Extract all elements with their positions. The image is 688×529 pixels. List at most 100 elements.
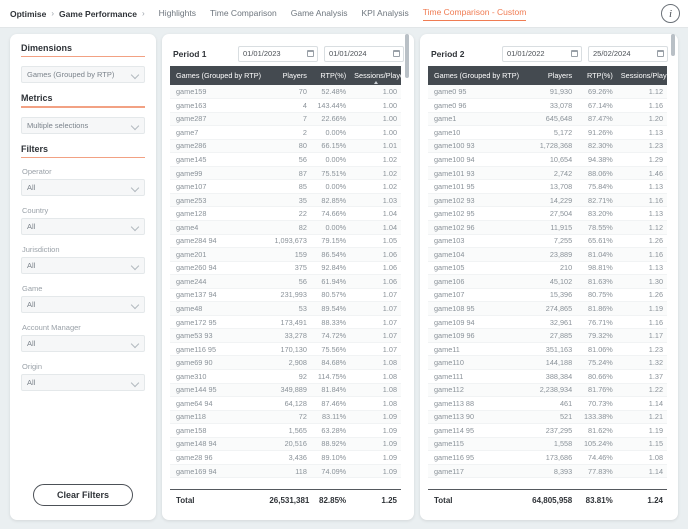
table-row[interactable]: game158 1,565 63.28% 1.09 [170, 423, 401, 438]
table-row[interactable]: game109 94 32,961 76.71% 1.16 [428, 315, 667, 330]
column-header-sessions-player[interactable]: Sessions/Player [616, 66, 667, 85]
table-row[interactable]: game28 96 3,436 89.10% 1.09 [170, 450, 401, 465]
table-row[interactable]: game114 95 237,295 81.62% 1.19 [428, 423, 667, 438]
table-row[interactable]: game253 35 82.85% 1.03 [170, 193, 401, 208]
table-row[interactable]: game159 70 52.48% 1.00 [170, 85, 401, 100]
table-row[interactable]: game64 94 64,128 87.46% 1.08 [170, 396, 401, 411]
table-row[interactable]: game102 96 11,915 78.55% 1.12 [428, 220, 667, 235]
column-header-rtp[interactable]: RTP(%) [576, 66, 617, 85]
metrics-select[interactable]: Multiple selections [21, 116, 145, 134]
cell-value: 1.13 [616, 261, 667, 276]
tab-time-comparison[interactable]: Time Comparison [210, 8, 277, 19]
period-1-table-body: game159 70 52.48% 1.00 game163 4 143.44% 1.00 ga… [170, 85, 401, 479]
table-row[interactable]: game107 15,396 80.75% 1.26 [428, 288, 667, 303]
table-row[interactable]: game284 94 1,093,673 79.15% 1.05 [170, 234, 401, 249]
period-2-table-wrapper[interactable]: Games (Grouped by RTP) Players RTP(%) Sessi… [428, 66, 667, 486]
cell-value: 75.84% [576, 179, 617, 194]
table-row[interactable]: game116 95 170,130 75.56% 1.07 [170, 342, 401, 357]
table-row[interactable]: game172 95 173,491 88.33% 1.07 [170, 315, 401, 330]
table-row[interactable]: game108 95 274,865 81.86% 1.19 [428, 301, 667, 316]
table-row[interactable]: game102 95 27,504 83.20% 1.13 [428, 206, 667, 221]
table-row[interactable]: game128 22 74.66% 1.04 [170, 206, 401, 221]
table-row[interactable]: game148 94 20,516 88.92% 1.09 [170, 437, 401, 452]
period-2-date-to[interactable]: 25/02/2024 [588, 45, 668, 62]
table-row[interactable]: game244 56 61.94% 1.06 [170, 274, 401, 289]
table-row[interactable]: game53 93 33,278 74.72% 1.07 [170, 328, 401, 343]
dimensions-select[interactable]: Games (Grouped by RTP) [21, 66, 145, 84]
chevron-down-icon [131, 121, 139, 129]
table-header-row: Games (Grouped by RTP) Players RTP(%) Sessi… [428, 66, 667, 85]
column-header-games-grouped-by-rtp[interactable]: Games (Grouped by RTP) [428, 66, 531, 85]
period-1-table-wrapper[interactable]: Games (Grouped by RTP) Players RTP(%) Sessi… [170, 66, 401, 486]
tab-time-comparison-custom[interactable]: Time Comparison - Custom [422, 7, 527, 21]
table-row[interactable]: game10 5,172 91.26% 1.13 [428, 125, 667, 140]
table-row[interactable]: game102 93 14,229 82.71% 1.16 [428, 193, 667, 208]
period-2-scrollbar[interactable] [671, 34, 675, 56]
chevron-down-icon [131, 223, 139, 231]
table-row[interactable]: game115 1,558 105.24% 1.15 [428, 437, 667, 452]
table-row[interactable]: game101 93 2,742 88.06% 1.46 [428, 166, 667, 181]
table-row[interactable]: game48 53 89.54% 1.07 [170, 301, 401, 316]
period-1-date-to[interactable]: 01/01/2024 [324, 45, 404, 62]
table-row[interactable]: game118 72 83.11% 1.09 [170, 410, 401, 425]
table-row[interactable]: game117 8,393 77.83% 1.14 [428, 464, 667, 479]
table-row[interactable]: game7 2 0.00% 1.00 [170, 125, 401, 140]
cell-value: 1.09 [350, 423, 401, 438]
table-row[interactable]: game100 93 1,728,368 82.30% 1.23 [428, 139, 667, 154]
table-row[interactable]: game109 96 27,885 79.32% 1.17 [428, 328, 667, 343]
table-row[interactable]: game112 2,238,934 81.76% 1.22 [428, 383, 667, 398]
table-row[interactable]: game144 95 349,889 81.84% 1.08 [170, 383, 401, 398]
table-row[interactable]: game0 95 91,930 69.26% 1.12 [428, 85, 667, 100]
period-2-date-from[interactable]: 01/01/2022 [502, 45, 582, 62]
table-row[interactable]: game169 94 118 74.09% 1.09 [170, 464, 401, 479]
table-row[interactable]: game145 56 0.00% 1.02 [170, 152, 401, 167]
table-row[interactable]: game103 7,255 65.61% 1.26 [428, 234, 667, 249]
table-row[interactable]: game137 94 231,993 80.57% 1.07 [170, 288, 401, 303]
table-row[interactable]: game107 85 0.00% 1.02 [170, 179, 401, 194]
clear-filters-button[interactable]: Clear Filters [33, 484, 133, 506]
table-row[interactable]: game101 95 13,708 75.84% 1.13 [428, 179, 667, 194]
table-row[interactable]: game99 87 75.51% 1.02 [170, 166, 401, 181]
table-row[interactable]: game11 351,163 81.06% 1.23 [428, 342, 667, 357]
cell-value: 56 [269, 152, 311, 167]
column-header-players[interactable]: Players [269, 66, 311, 85]
column-header-players[interactable]: Players [530, 66, 577, 85]
table-row[interactable]: game1 645,648 87.47% 1.20 [428, 112, 667, 127]
table-row[interactable]: game113 88 461 70.73% 1.14 [428, 396, 667, 411]
period-1-date-from[interactable]: 01/01/2023 [238, 45, 318, 62]
tab-game-analysis[interactable]: Game Analysis [291, 8, 348, 19]
table-row[interactable]: game0 96 33,078 67.14% 1.16 [428, 98, 667, 113]
table-row[interactable]: game116 95 173,686 74.46% 1.08 [428, 450, 667, 465]
table-row[interactable]: game106 45,102 81.63% 1.30 [428, 274, 667, 289]
tab-highlights[interactable]: Highlights [159, 8, 196, 19]
account-manager-select[interactable]: All [21, 335, 145, 353]
table-row[interactable]: game111 388,384 80.66% 1.37 [428, 369, 667, 384]
info-icon[interactable]: i [661, 4, 680, 23]
table-row[interactable]: game100 94 10,654 94.38% 1.29 [428, 152, 667, 167]
origin-select[interactable]: All [21, 374, 145, 392]
game-select[interactable]: All [21, 296, 145, 314]
table-row[interactable]: game286 80 66.15% 1.01 [170, 139, 401, 154]
table-row[interactable]: game163 4 143.44% 1.00 [170, 98, 401, 113]
column-header-sessions-player[interactable]: Sessions/Player [350, 66, 401, 85]
breadcrumb-item-game-performance[interactable]: Game Performance [59, 9, 137, 19]
operator-select[interactable]: All [21, 179, 145, 197]
country-select[interactable]: All [21, 218, 145, 236]
period-1-scrollbar[interactable] [405, 34, 409, 78]
table-row[interactable]: game69 90 2,908 84.68% 1.08 [170, 355, 401, 370]
table-row[interactable]: game105 210 98.81% 1.13 [428, 261, 667, 276]
cell-value: 81.76% [576, 383, 617, 398]
table-row[interactable]: game110 144,188 75.24% 1.32 [428, 355, 667, 370]
table-row[interactable]: game104 23,889 81.04% 1.16 [428, 247, 667, 262]
tab-kpi-analysis[interactable]: KPI Analysis [361, 8, 408, 19]
table-row[interactable]: game287 7 22.66% 1.00 [170, 112, 401, 127]
table-row[interactable]: game113 90 521 133.38% 1.21 [428, 410, 667, 425]
column-header-games-grouped-by-rtp[interactable]: Games (Grouped by RTP) [170, 66, 270, 85]
jurisdiction-select[interactable]: All [21, 257, 145, 275]
breadcrumb-item-optimise[interactable]: Optimise [10, 9, 46, 19]
table-row[interactable]: game260 94 375 92.84% 1.06 [170, 261, 401, 276]
column-header-rtp[interactable]: RTP(%) [310, 66, 351, 85]
table-row[interactable]: game310 92 114.75% 1.08 [170, 369, 401, 384]
table-row[interactable]: game4 82 0.00% 1.04 [170, 220, 401, 235]
table-row[interactable]: game201 159 86.54% 1.06 [170, 247, 401, 262]
